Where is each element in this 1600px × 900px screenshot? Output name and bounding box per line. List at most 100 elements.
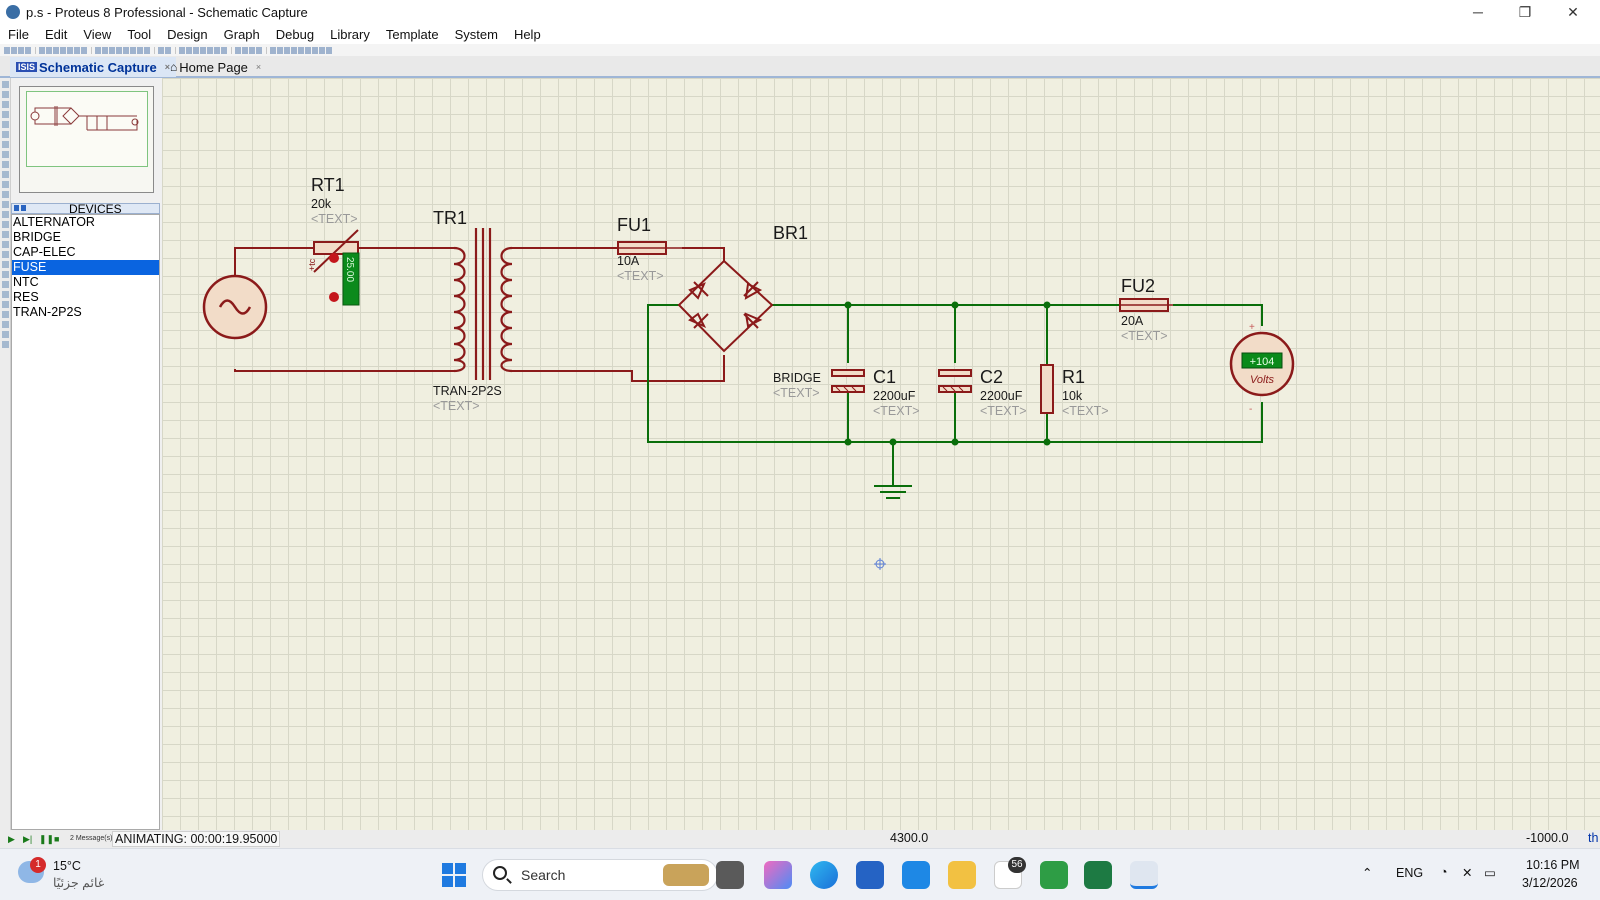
excel-icon[interactable] — [1084, 861, 1112, 889]
block-rotate-icon[interactable] — [214, 46, 220, 54]
list-item[interactable]: NTC — [12, 275, 159, 290]
make-device-icon[interactable] — [242, 46, 248, 54]
units-toggle[interactable]: th — [1588, 831, 1598, 845]
mark-icon[interactable] — [46, 46, 52, 54]
bom-icon[interactable] — [60, 46, 66, 54]
list-item[interactable]: CAP-ELEC — [12, 245, 159, 260]
list-item-selected[interactable]: FUSE — [12, 260, 159, 275]
clock-time[interactable]: 10:16 PM — [1526, 858, 1580, 872]
taskbar-search[interactable]: Search — [482, 859, 718, 891]
virtual-instruments-icon[interactable] — [2, 221, 9, 228]
device-pins-icon[interactable] — [2, 161, 9, 168]
block-move-icon[interactable] — [207, 46, 213, 54]
transformer-tr1[interactable] — [453, 228, 513, 380]
menu-library[interactable]: Library — [322, 27, 378, 42]
block-copy-icon[interactable] — [200, 46, 206, 54]
menu-template[interactable]: Template — [378, 27, 447, 42]
list-item[interactable]: BRIDGE — [12, 230, 159, 245]
rotate-ccw-icon[interactable] — [2, 321, 9, 328]
netlist-icon[interactable] — [67, 46, 73, 54]
voltage-probe-icon[interactable] — [2, 201, 9, 208]
pan-icon[interactable] — [116, 46, 122, 54]
speaker-muted-icon[interactable]: ✕ — [1462, 865, 1472, 880]
task-view-icon[interactable] — [716, 861, 744, 889]
generator-icon[interactable] — [2, 191, 9, 198]
list-item[interactable]: RES — [12, 290, 159, 305]
package-icon[interactable] — [249, 46, 255, 54]
overview-window[interactable] — [19, 86, 154, 193]
grid-icon[interactable] — [102, 46, 108, 54]
search-tag-icon[interactable] — [277, 46, 283, 54]
decompose-icon[interactable] — [256, 46, 262, 54]
overview-viewport[interactable] — [26, 91, 148, 167]
current-probe-icon[interactable] — [2, 211, 9, 218]
pause-button[interactable]: ❚❚ — [39, 834, 54, 845]
bom-report-icon[interactable] — [312, 46, 318, 54]
menu-file[interactable]: File — [0, 27, 37, 42]
alternator-symbol[interactable] — [202, 274, 268, 340]
message-count[interactable]: 2 Message(s) — [70, 835, 112, 842]
path-icon[interactable] — [2, 271, 9, 278]
menu-debug[interactable]: Debug — [268, 27, 322, 42]
network-app-icon[interactable] — [1040, 861, 1068, 889]
capacitor-c2[interactable] — [938, 369, 972, 393]
battery-icon[interactable]: ▭ — [1484, 865, 1496, 880]
resistor-r1[interactable] — [1040, 364, 1054, 414]
menu-design[interactable]: Design — [159, 27, 215, 42]
remove-sheet-icon[interactable] — [298, 46, 304, 54]
erc-icon[interactable] — [319, 46, 325, 54]
tab-home-page[interactable]: ⌂ Home Page × — [164, 57, 267, 77]
microsoft-store-icon[interactable] — [856, 861, 884, 889]
minimize-button[interactable]: ─ — [1455, 0, 1501, 24]
arrow-icon[interactable] — [74, 46, 80, 54]
copy-icon[interactable] — [186, 46, 192, 54]
zoom-in-icon[interactable] — [123, 46, 129, 54]
weather-desc[interactable]: غائم جزئيًا — [53, 875, 104, 890]
exit-to-parent-icon[interactable] — [305, 46, 311, 54]
arc-icon[interactable] — [2, 261, 9, 268]
zoom-out-icon[interactable] — [130, 46, 136, 54]
proteus-taskbar-icon[interactable] — [1130, 861, 1158, 889]
list-item[interactable]: TRAN-2P2S — [12, 305, 159, 320]
restore-button[interactable]: ❐ — [1502, 0, 1548, 24]
file-explorer-icon[interactable] — [948, 861, 976, 889]
terminals-icon[interactable] — [2, 151, 9, 158]
area-icon[interactable] — [53, 46, 59, 54]
stop-button[interactable]: ■ — [54, 834, 59, 844]
text-script-icon[interactable] — [2, 121, 9, 128]
fuse-fu2[interactable] — [1119, 298, 1173, 312]
app-icon[interactable] — [902, 861, 930, 889]
buses-icon[interactable] — [2, 131, 9, 138]
play-button[interactable]: ▶ — [8, 834, 15, 845]
wire-label-icon[interactable] — [2, 111, 9, 118]
cut-icon[interactable] — [179, 46, 185, 54]
start-windows-icon[interactable] — [440, 861, 468, 889]
pick-devices-icon[interactable] — [14, 205, 19, 211]
save-icon[interactable] — [18, 46, 24, 54]
fuse-fu1[interactable] — [617, 241, 682, 255]
menu-graph[interactable]: Graph — [216, 27, 268, 42]
menu-edit[interactable]: Edit — [37, 27, 75, 42]
show-hidden-icons[interactable]: ⌃ — [1362, 865, 1372, 880]
clock-date[interactable]: 3/12/2026 — [1522, 876, 1578, 890]
line-icon[interactable] — [2, 231, 9, 238]
language-indicator[interactable]: ENG — [1396, 866, 1423, 880]
menu-tool[interactable]: Tool — [119, 27, 159, 42]
selection-mode-icon[interactable] — [2, 81, 9, 88]
zoom-all-icon[interactable] — [137, 46, 143, 54]
step-button[interactable]: ▶| — [23, 834, 32, 845]
paste-icon[interactable] — [193, 46, 199, 54]
tab-schematic-capture[interactable]: ISIS Schematic Capture × — [10, 57, 177, 77]
edge-browser-icon[interactable] — [810, 861, 838, 889]
list-item[interactable]: ALTERNATOR — [12, 215, 159, 230]
bridge-rectifier-br1[interactable] — [677, 259, 774, 353]
marker-icon[interactable] — [2, 301, 9, 308]
mirror-x-icon[interactable] — [2, 331, 9, 338]
tab-close-icon[interactable]: × — [256, 62, 261, 72]
mirror-y-icon[interactable] — [2, 341, 9, 348]
origin-icon[interactable] — [109, 46, 115, 54]
subcircuit-icon[interactable] — [2, 141, 9, 148]
close-button[interactable]: ✕ — [1550, 0, 1596, 24]
copilot-icon[interactable] — [764, 861, 792, 889]
new-icon[interactable] — [4, 46, 10, 54]
